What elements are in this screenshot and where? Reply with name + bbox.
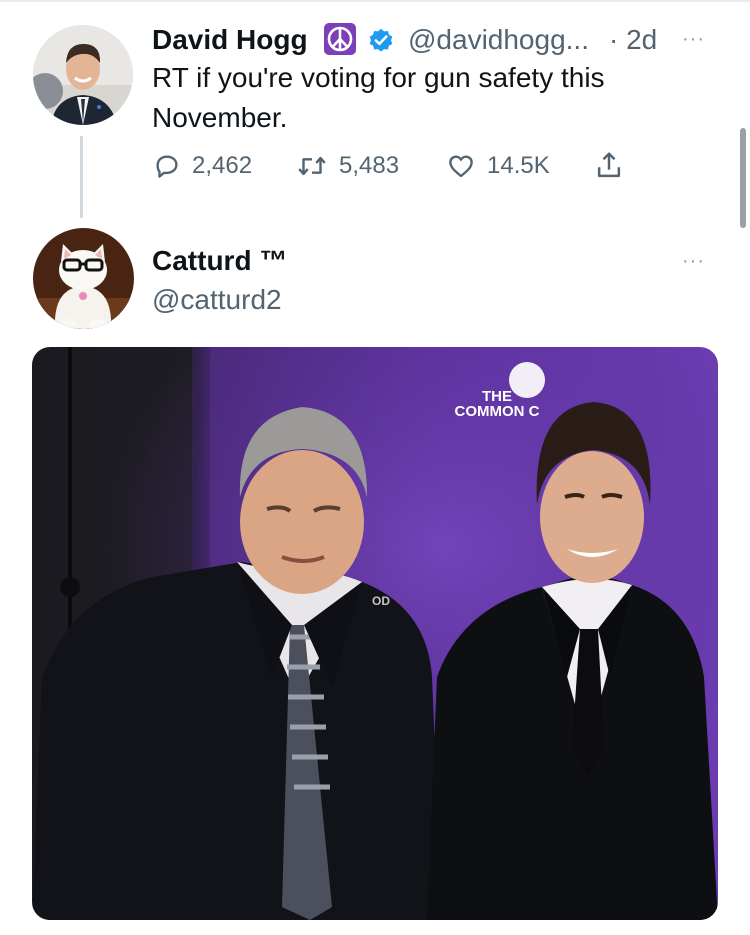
like-count: 14.5K [487, 152, 550, 179]
verified-icon [367, 26, 395, 59]
more-options-icon[interactable]: ··· [682, 29, 705, 49]
timestamp[interactable]: · 2d [609, 24, 657, 56]
peace-icon [324, 23, 356, 55]
more-options-icon[interactable]: ··· [682, 251, 705, 271]
tweet-text: RT if you're voting for gun safety this … [152, 62, 605, 133]
handle[interactable]: @catturd2 [152, 284, 282, 316]
reply-count: 2,462 [192, 152, 253, 179]
backdrop-fragment-text: OD [372, 594, 390, 608]
reply-button[interactable]: 2,462 [152, 148, 252, 184]
reply-icon [156, 155, 178, 178]
top-divider [0, 0, 750, 2]
thread-connector-line [80, 136, 83, 218]
avatar-catturd[interactable] [33, 228, 134, 329]
backdrop-logo-text: THE COMMON C [454, 388, 540, 420]
handle[interactable]: @davidhogg... [408, 24, 589, 56]
display-name[interactable]: Catturd ™ [152, 245, 287, 277]
scrollbar-thumb[interactable] [740, 128, 746, 228]
tweet-photo[interactable]: THE COMMON C OD [32, 347, 718, 920]
share-button[interactable] [594, 148, 634, 184]
share-icon [597, 152, 621, 178]
scrollbar[interactable] [738, 0, 750, 935]
avatar-david-hogg[interactable] [33, 25, 133, 125]
retweet-count: 5,483 [339, 152, 400, 179]
like-icon [449, 155, 473, 178]
retweet-icon [298, 156, 326, 176]
retweet-button[interactable]: 5,483 [295, 148, 399, 184]
like-button[interactable]: 14.5K [445, 148, 550, 184]
display-name[interactable]: David Hogg [152, 24, 308, 56]
